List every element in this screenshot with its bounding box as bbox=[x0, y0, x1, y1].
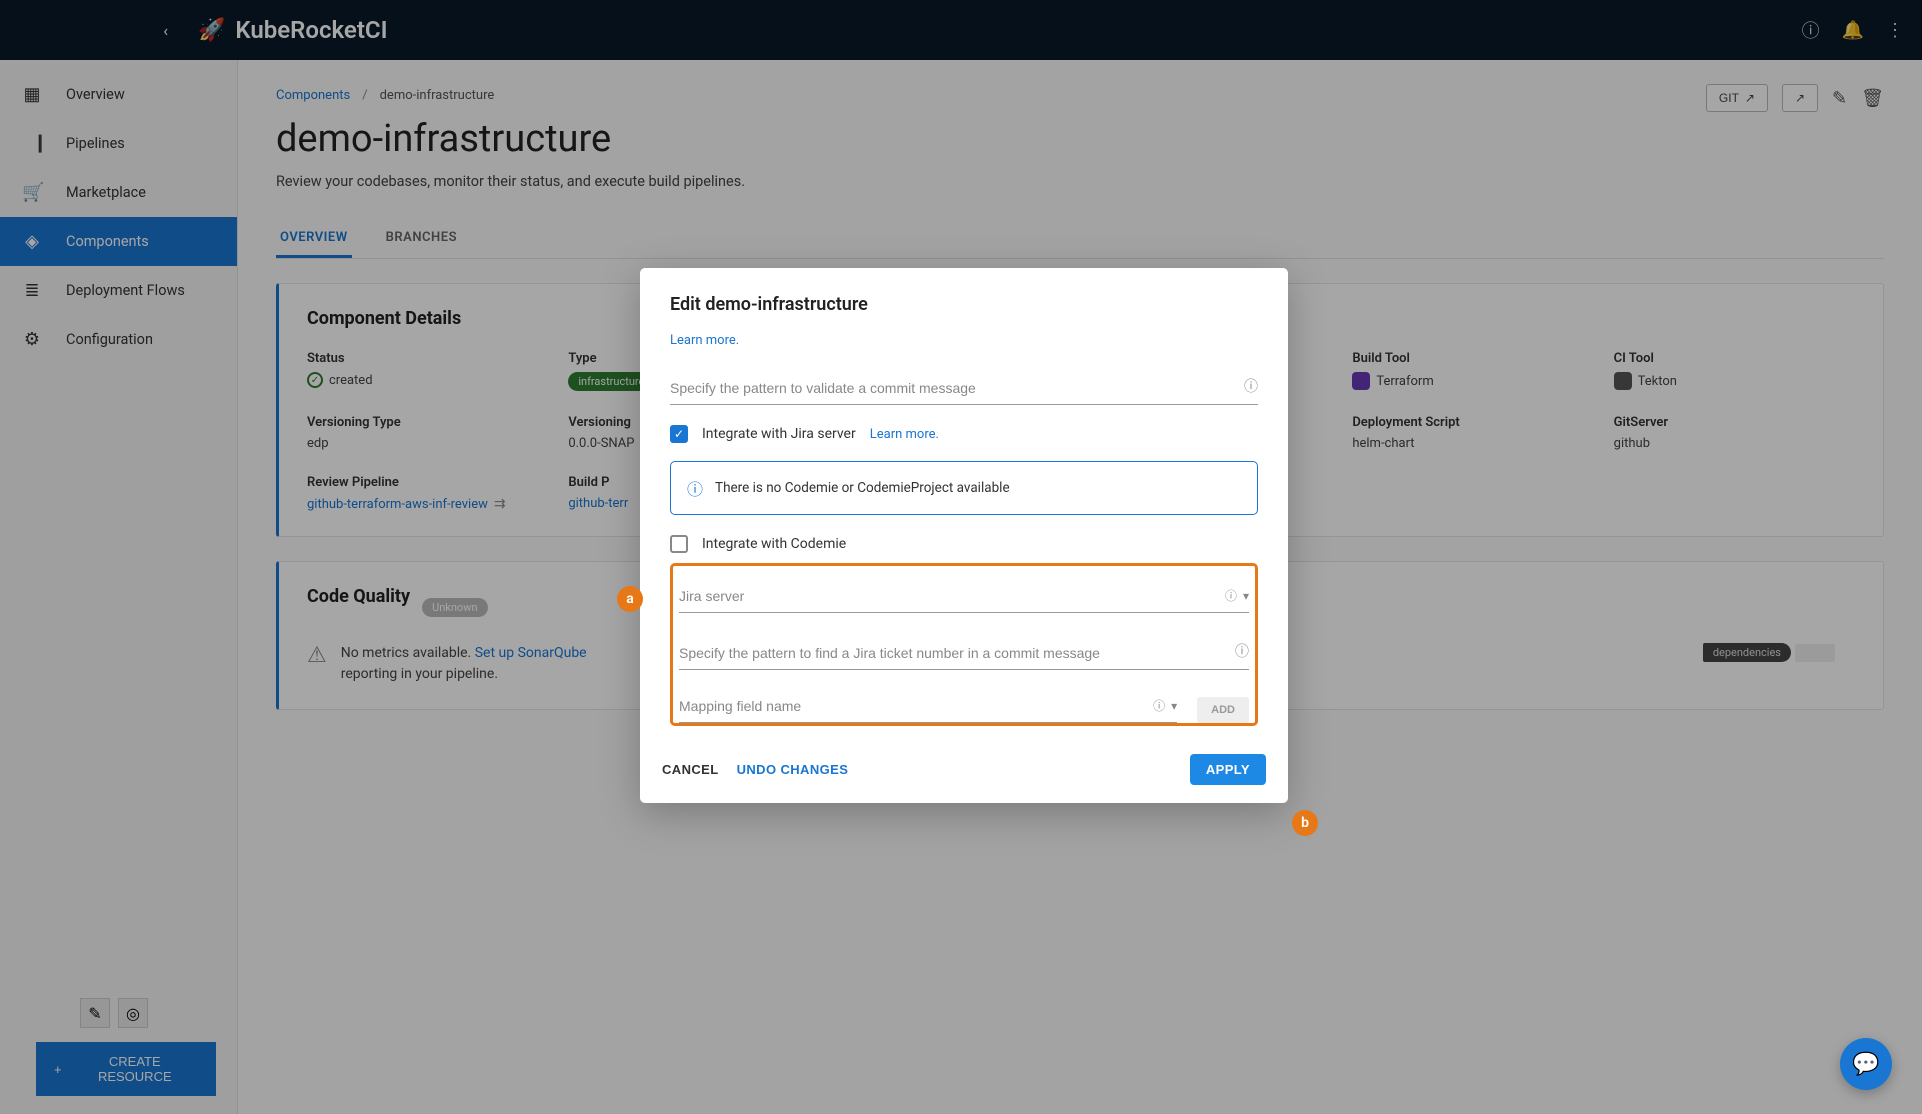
cancel-button[interactable]: CANCEL bbox=[662, 762, 719, 777]
jira-learn-more-link[interactable]: Learn more. bbox=[870, 427, 939, 442]
commit-pattern-input[interactable] bbox=[670, 372, 1258, 405]
apply-button[interactable]: APPLY bbox=[1190, 754, 1266, 785]
info-icon[interactable]: ⓘ bbox=[1235, 641, 1249, 661]
info-icon: ⓘ bbox=[687, 476, 703, 500]
jira-config-highlight: ⓘ ▾ ⓘ ⓘ ▾ ADD bbox=[670, 563, 1258, 726]
undo-button[interactable]: UNDO CHANGES bbox=[737, 762, 849, 777]
dropdown-icon[interactable]: ⓘ ▾ bbox=[1225, 587, 1249, 604]
ticket-pattern-input[interactable] bbox=[679, 637, 1249, 670]
jira-checkbox[interactable]: ✓ bbox=[670, 425, 688, 443]
edit-dialog: Edit demo-infrastructure Learn more. ⓘ ✓… bbox=[640, 268, 1288, 803]
jira-server-select[interactable] bbox=[679, 580, 1249, 613]
chat-icon: 💬 bbox=[1852, 1052, 1879, 1077]
mapping-field-select[interactable] bbox=[679, 690, 1177, 723]
add-mapping-button[interactable]: ADD bbox=[1197, 697, 1249, 723]
annotation-marker-b: b bbox=[1292, 810, 1318, 836]
info-icon[interactable]: ⓘ bbox=[1244, 376, 1258, 396]
dialog-title: Edit demo-infrastructure bbox=[670, 294, 1258, 315]
learn-more-link[interactable]: Learn more. bbox=[670, 333, 739, 348]
chat-fab[interactable]: 💬 bbox=[1840, 1038, 1892, 1090]
annotation-marker-a: a bbox=[617, 586, 643, 612]
codemie-alert: ⓘ There is no Codemie or CodemieProject … bbox=[670, 461, 1258, 515]
codemie-checkbox[interactable] bbox=[670, 535, 688, 553]
dropdown-icon[interactable]: ⓘ ▾ bbox=[1153, 697, 1177, 714]
